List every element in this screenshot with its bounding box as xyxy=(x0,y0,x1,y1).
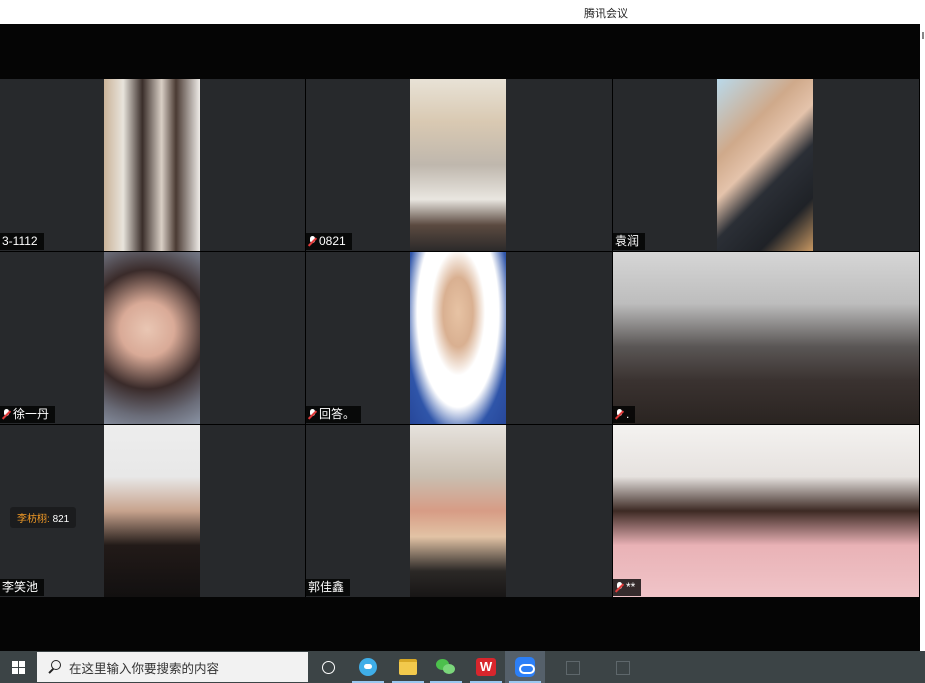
participant-tile[interactable]: 0821 xyxy=(306,79,612,251)
window-title: 腾讯会议 xyxy=(584,8,628,20)
participant-name-tag: 李笑池 xyxy=(0,579,45,596)
participant-name: 3-1112 xyxy=(2,234,38,248)
participant-tile[interactable]: 回答。 xyxy=(306,252,612,424)
participant-name: 回答。 xyxy=(319,407,356,421)
window-right-edge xyxy=(920,24,925,651)
participant-tile[interactable]: 3-1112 xyxy=(0,79,305,251)
participant-name: 0821 xyxy=(319,234,346,248)
participant-video xyxy=(410,252,506,424)
participant-name-tag: 郭佳鑫 xyxy=(306,579,351,596)
participant-name-tag: 徐一丹 xyxy=(0,406,56,423)
cortana-icon xyxy=(321,660,335,674)
participant-video xyxy=(410,425,506,597)
participant-name-tag: ** xyxy=(613,579,642,596)
participant-video xyxy=(104,252,200,424)
faint-tray-icon xyxy=(616,661,630,675)
mic-muted-icon xyxy=(308,409,317,420)
participant-name: 李笑池 xyxy=(2,580,39,594)
window-titlebar: 腾讯会议 xyxy=(0,0,925,24)
participant-video xyxy=(613,425,919,597)
participant-name: 徐一丹 xyxy=(13,407,50,421)
taskbar-wps[interactable]: W xyxy=(466,651,506,683)
chat-message: 821 xyxy=(52,514,70,525)
participant-name-tag: 0821 xyxy=(306,233,352,250)
participant-name-tag: 3-1112 xyxy=(0,233,44,250)
edge-icon xyxy=(359,658,377,676)
participant-video xyxy=(104,425,200,597)
taskbar-search-box[interactable]: 在这里输入你要搜索的内容 xyxy=(37,652,308,682)
participant-tile[interactable]: 李笑池 李枋栩: 821 xyxy=(0,425,305,597)
participant-video xyxy=(104,79,200,251)
participant-tile[interactable]: 徐一丹 xyxy=(0,252,305,424)
participant-tile[interactable]: ** xyxy=(613,425,919,597)
file-explorer-icon xyxy=(399,659,417,675)
chat-sender: 李枋栩: xyxy=(17,514,50,525)
windows-taskbar: 在这里输入你要搜索的内容 W xyxy=(0,651,925,683)
participant-name-tag: 袁润 xyxy=(613,233,646,250)
taskbar-edge[interactable] xyxy=(348,651,388,683)
participant-video xyxy=(717,79,813,251)
participant-name-tag: 回答。 xyxy=(306,406,362,423)
meeting-view: 3-1112 0821 袁润徐一丹 回答。. 李笑池 李枋栩: 821 郭佳鑫 ** xyxy=(0,24,920,651)
participant-name: 袁润 xyxy=(615,234,640,248)
participant-tile[interactable]: 袁润 xyxy=(613,79,919,251)
wechat-icon xyxy=(436,659,456,675)
search-placeholder: 在这里输入你要搜索的内容 xyxy=(69,661,220,676)
taskbar-tencent-meeting[interactable] xyxy=(505,651,545,683)
cortana-button[interactable] xyxy=(308,651,348,683)
wps-icon: W xyxy=(476,658,496,676)
tencent-meeting-icon xyxy=(515,657,535,677)
mic-muted-icon xyxy=(615,582,624,593)
participant-tile[interactable]: 郭佳鑫 xyxy=(306,425,612,597)
video-grid: 3-1112 0821 袁润徐一丹 回答。. 李笑池 李枋栩: 821 郭佳鑫 ** xyxy=(0,79,920,597)
bottom-black-bar xyxy=(0,597,920,651)
scroll-mark xyxy=(922,32,924,39)
mic-muted-icon xyxy=(615,409,624,420)
participant-name: ** xyxy=(626,580,636,594)
participant-name-tag: . xyxy=(613,406,636,423)
chat-bubble: 李枋栩: 821 xyxy=(10,507,77,528)
participant-name: 郭佳鑫 xyxy=(308,580,345,594)
participant-tile[interactable]: . xyxy=(613,252,919,424)
taskbar-wechat[interactable] xyxy=(426,651,466,683)
top-black-bar xyxy=(0,24,920,79)
search-icon xyxy=(47,660,61,674)
participant-video xyxy=(613,252,919,424)
participant-name: . xyxy=(626,407,630,421)
participant-video xyxy=(410,79,506,251)
faint-tray-icon xyxy=(566,661,580,675)
mic-muted-icon xyxy=(308,236,317,247)
taskbar-file-explorer[interactable] xyxy=(388,651,428,683)
mic-muted-icon xyxy=(2,409,11,420)
start-button[interactable] xyxy=(0,651,36,683)
windows-icon xyxy=(11,660,25,674)
